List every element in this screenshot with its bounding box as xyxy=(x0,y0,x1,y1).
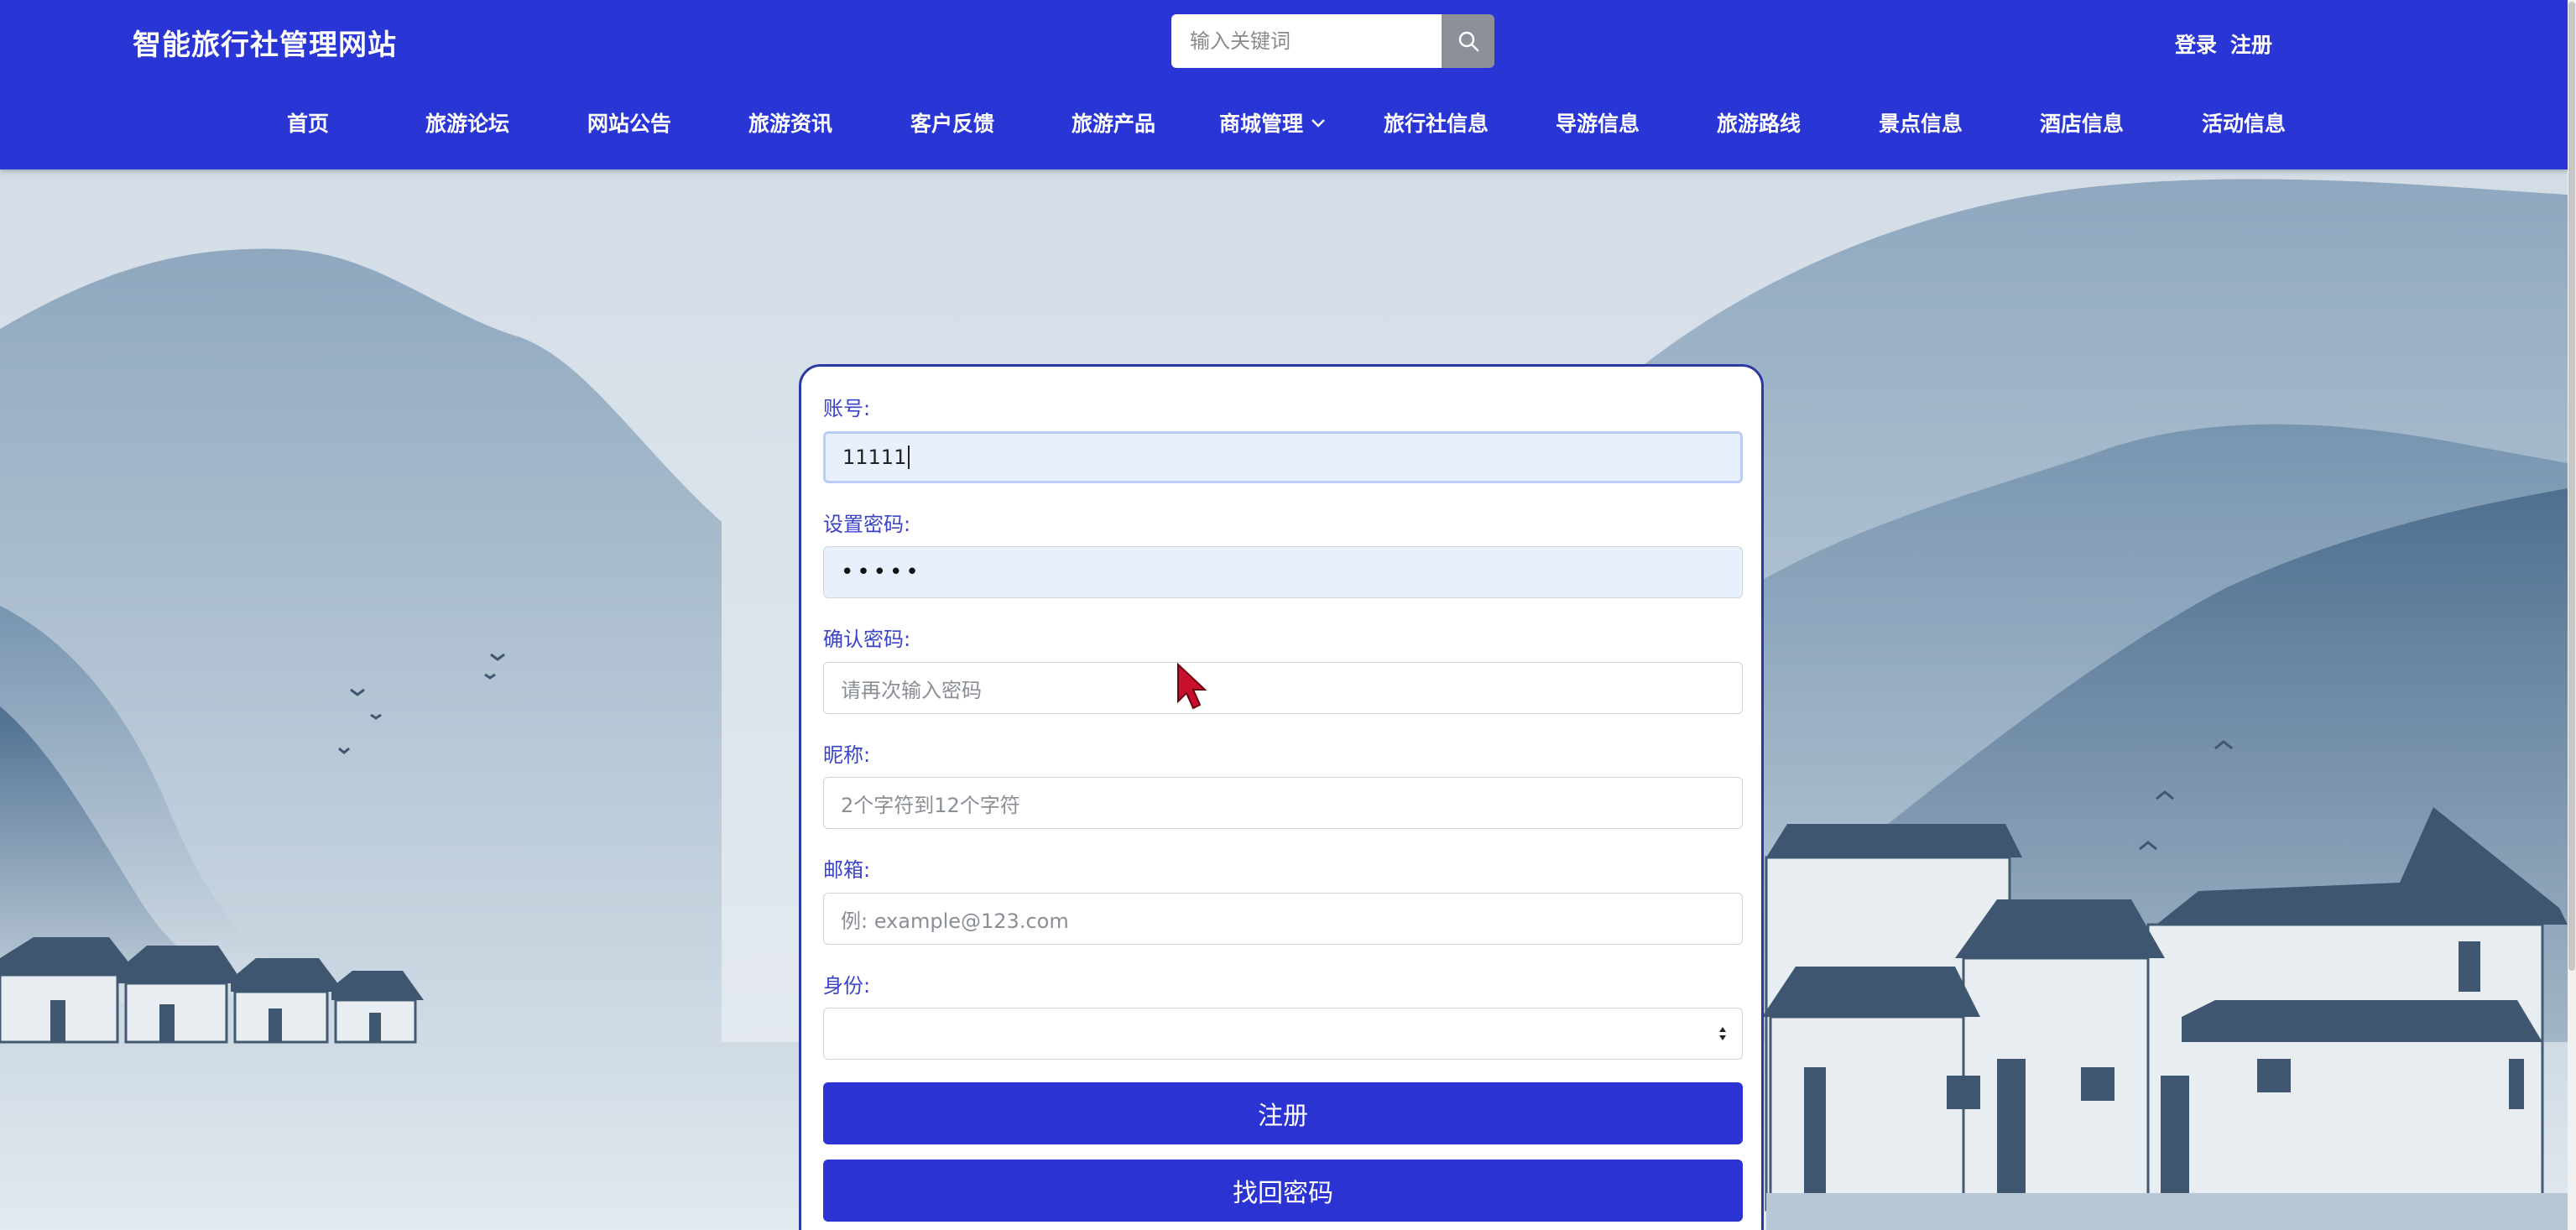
nav-item-mall[interactable]: 商城管理 xyxy=(1219,107,1327,138)
identity-select[interactable] xyxy=(823,1008,1743,1060)
auth-links: 登录 注册 xyxy=(2175,29,2272,59)
search-icon xyxy=(1458,31,1478,52)
email-label: 邮箱: xyxy=(823,858,871,882)
login-link[interactable]: 登录 xyxy=(2175,29,2217,59)
recover-password-button[interactable]: 找回密码 xyxy=(823,1160,1743,1222)
nav-item-label: 景点信息 xyxy=(1879,112,1963,136)
confirm-password-input[interactable]: 请再次输入密码 xyxy=(823,662,1743,714)
nav-item-label: 旅游路线 xyxy=(1717,112,1802,136)
mouse-cursor-icon xyxy=(1177,663,1207,710)
text-caret xyxy=(908,446,910,469)
nav-item-forum[interactable]: 旅游论坛 xyxy=(425,107,509,138)
nav-item-label: 首页 xyxy=(287,112,330,136)
account-value: 11111 xyxy=(842,446,907,469)
search-input[interactable] xyxy=(1171,14,1442,68)
identity-label: 身份: xyxy=(823,974,871,998)
register-button[interactable]: 注册 xyxy=(823,1082,1743,1144)
confirm-password-label: 确认密码: xyxy=(823,628,911,651)
nickname-input[interactable]: 2个字符到12个字符 xyxy=(823,777,1743,829)
search-box xyxy=(1171,14,1494,68)
register-link[interactable]: 注册 xyxy=(2230,29,2272,59)
scrollbar-thumb[interactable] xyxy=(2568,2,2575,971)
email-input[interactable]: 例: example@123.com xyxy=(823,893,1743,945)
password-label: 设置密码: xyxy=(823,513,911,536)
nav-item-agency[interactable]: 旅行社信息 xyxy=(1384,107,1489,138)
nav-item-label: 旅游资讯 xyxy=(748,112,833,136)
nav-item-label: 酒店信息 xyxy=(2040,112,2125,136)
top-header: 智能旅行社管理网站 登录 注册 首页 旅游论坛 网站公告 旅游资讯 客户反馈 旅… xyxy=(0,0,2568,169)
nav-item-label: 商城管理 xyxy=(1219,112,1304,136)
chevron-down-icon xyxy=(1311,119,1325,128)
nav-item-label: 旅行社信息 xyxy=(1384,112,1489,136)
nav-item-label: 活动信息 xyxy=(2202,112,2287,136)
nav-item-label: 旅游产品 xyxy=(1072,112,1156,136)
nav-item-activities[interactable]: 活动信息 xyxy=(2202,107,2286,138)
nav-item-news[interactable]: 旅游资讯 xyxy=(748,107,832,138)
nickname-label: 昵称: xyxy=(823,743,871,767)
search-button[interactable] xyxy=(1442,14,1494,68)
nav-item-announcements[interactable]: 网站公告 xyxy=(587,107,671,138)
register-form-card: 账号: 11111 设置密码: ••••• 确认密码: 请再次输入密码 昵称: … xyxy=(799,364,1764,1230)
email-placeholder: 例: example@123.com xyxy=(841,909,1069,933)
nav-item-attractions[interactable]: 景点信息 xyxy=(1879,107,1963,138)
nav-item-routes[interactable]: 旅游路线 xyxy=(1717,107,1801,138)
page-scrollbar[interactable] xyxy=(2568,0,2576,1230)
nav-item-label: 旅游论坛 xyxy=(425,112,510,136)
account-label: 账号: xyxy=(823,397,871,420)
main-nav: 首页 旅游论坛 网站公告 旅游资讯 客户反馈 旅游产品 商城管理 旅行社信息 导… xyxy=(0,107,2568,149)
nav-item-label: 网站公告 xyxy=(587,112,672,136)
nav-item-products[interactable]: 旅游产品 xyxy=(1072,107,1155,138)
nickname-placeholder: 2个字符到12个字符 xyxy=(841,793,1020,817)
nav-item-hotels[interactable]: 酒店信息 xyxy=(2040,107,2124,138)
confirm-password-placeholder: 请再次输入密码 xyxy=(841,678,982,702)
nav-item-feedback[interactable]: 客户反馈 xyxy=(910,107,994,138)
account-input[interactable]: 11111 xyxy=(823,431,1743,483)
password-input[interactable]: ••••• xyxy=(823,546,1743,598)
select-arrows-icon xyxy=(1719,1027,1726,1040)
nav-item-label: 客户反馈 xyxy=(910,112,995,136)
nav-item-guides[interactable]: 导游信息 xyxy=(1556,107,1640,138)
nav-item-label: 导游信息 xyxy=(1556,112,1640,136)
nav-item-home[interactable]: 首页 xyxy=(287,107,329,138)
password-value: ••••• xyxy=(841,560,922,585)
site-title[interactable]: 智能旅行社管理网站 xyxy=(133,22,397,63)
